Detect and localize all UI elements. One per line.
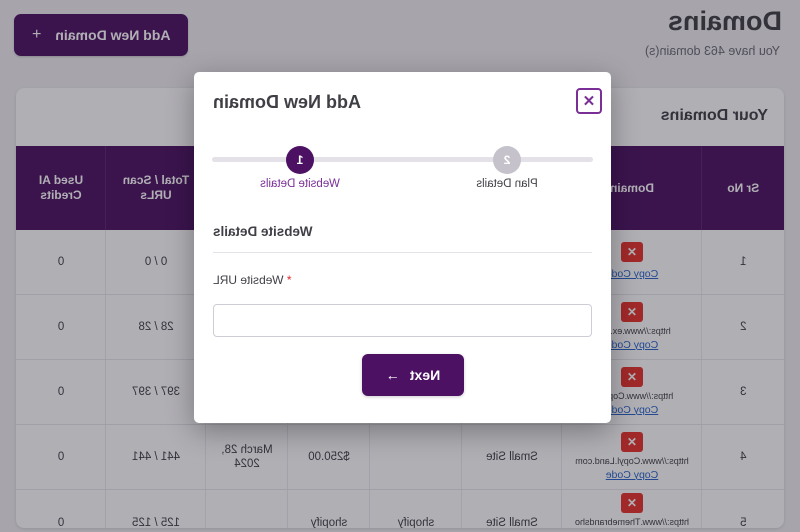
step-2-plan-details[interactable]: 2: [493, 146, 521, 174]
step-1-number: 1: [296, 153, 304, 167]
stepper-track: [212, 157, 593, 162]
required-mark: *: [286, 273, 292, 287]
arrow-right-icon: →: [385, 367, 400, 383]
next-button-label: Next: [409, 367, 441, 383]
close-icon[interactable]: ✕: [576, 88, 602, 114]
step-1-website-details[interactable]: 1: [286, 146, 314, 174]
modal-section-title: Website Details: [213, 224, 313, 239]
website-url-input[interactable]: [213, 304, 592, 337]
modal-title: Add New Domain: [213, 92, 362, 112]
step-1-label: Website Details: [260, 178, 340, 190]
stepper: 1 2 Website Details Plan Details: [194, 134, 611, 192]
modal-divider: [213, 252, 592, 253]
website-url-label: * Website URL: [213, 273, 292, 287]
add-new-domain-modal: ✕ Add New Domain 1 2 Website Details Pla…: [194, 72, 611, 423]
app-root: Domains You have 463 domain(s) Add New D…: [0, 0, 800, 532]
step-2-number: 2: [503, 153, 511, 167]
website-url-label-text: Website URL: [213, 273, 284, 287]
step-2-label: Plan Details: [476, 178, 538, 190]
next-button[interactable]: Next →: [362, 354, 464, 396]
